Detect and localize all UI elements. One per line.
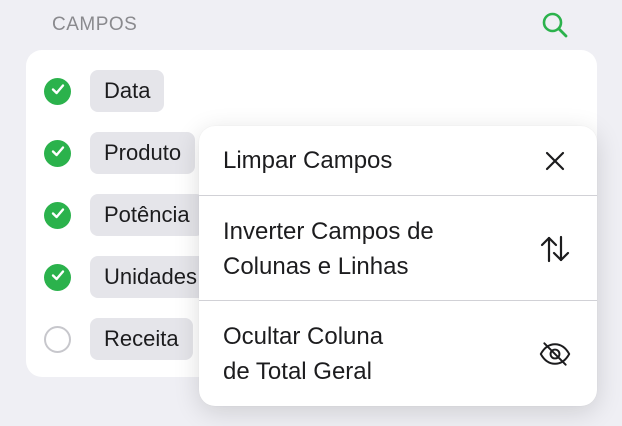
field-checkbox[interactable] (44, 264, 71, 291)
field-chip[interactable]: Receita (90, 318, 193, 360)
field-checkbox[interactable] (44, 202, 71, 229)
field-checkbox[interactable] (44, 140, 71, 167)
menu-item-swap-fields[interactable]: Inverter Campos de Colunas e Linhas (199, 196, 597, 301)
field-checkbox[interactable] (44, 78, 71, 105)
close-icon (539, 145, 571, 177)
search-button[interactable] (538, 10, 572, 44)
menu-item-clear-fields[interactable]: Limpar Campos (199, 126, 597, 196)
menu-item-label: Ocultar Coluna de Total Geral (223, 323, 384, 385)
menu-item-label: Inverter Campos de Colunas e Linhas (223, 218, 434, 280)
field-checkbox[interactable] (44, 326, 71, 353)
field-row-data: Data (26, 68, 326, 114)
field-chip[interactable]: Data (90, 70, 165, 112)
field-chip[interactable]: Potência (90, 194, 204, 236)
menu-item-hide-grand-total[interactable]: Ocultar Coluna de Total Geral (199, 301, 597, 406)
field-chip[interactable]: Produto (90, 132, 196, 174)
header-label: CAMPOS (52, 14, 138, 35)
field-chip[interactable]: Unidades (90, 256, 211, 298)
checkmark-icon (50, 205, 66, 226)
eye-slash-icon (539, 338, 571, 370)
checkmark-icon (50, 267, 66, 288)
checkmark-icon (50, 81, 66, 102)
checkmark-icon (50, 143, 66, 164)
swap-arrows-icon (539, 233, 571, 265)
search-icon (541, 11, 569, 44)
context-menu: Limpar Campos Inverter Campos de Colunas… (199, 126, 597, 406)
menu-item-label: Limpar Campos (223, 147, 393, 174)
